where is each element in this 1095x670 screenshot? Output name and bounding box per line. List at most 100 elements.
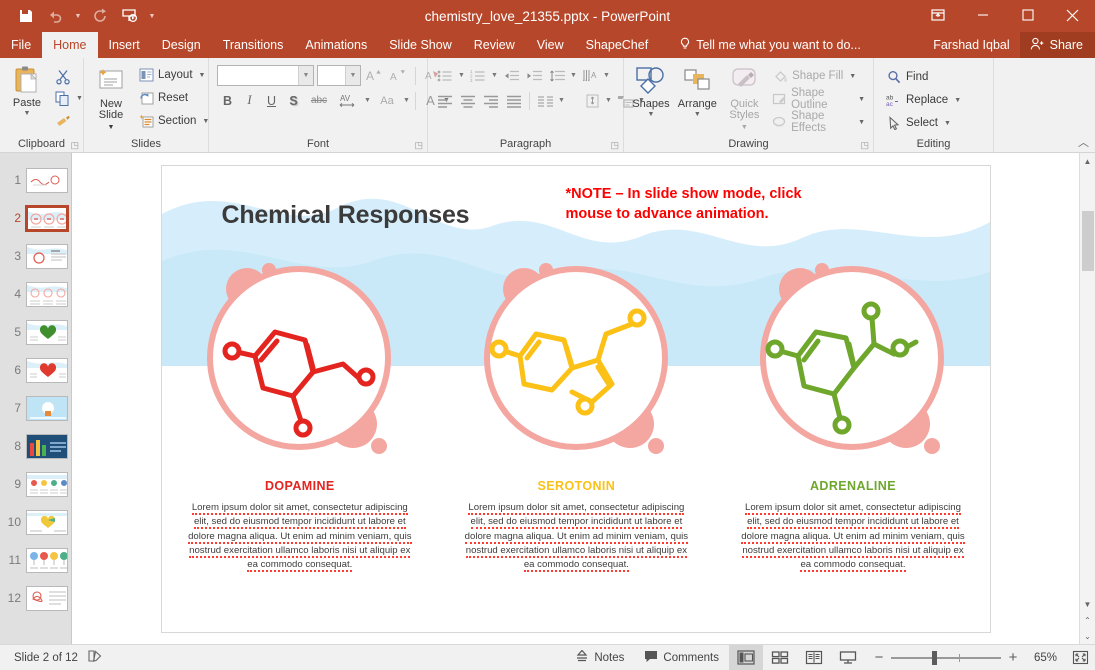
layout-dropdown-icon[interactable]: ▼ — [199, 72, 206, 79]
shape-effects-dropdown-icon[interactable]: ▼ — [858, 119, 865, 126]
thumbnail-slide-5[interactable]: 5 — [0, 313, 71, 351]
bullets-icon[interactable] — [434, 65, 456, 86]
slideshow-icon[interactable] — [116, 3, 144, 29]
reset-button[interactable]: Reset — [134, 87, 213, 109]
numbering-dropdown-icon[interactable]: ▼ — [490, 72, 499, 79]
layout-button[interactable]: Layout ▼ — [134, 64, 213, 86]
select-dropdown-icon[interactable]: ▼ — [944, 120, 951, 127]
numbering-icon[interactable]: 123 — [467, 65, 489, 86]
new-slide-dropdown-icon[interactable]: ▼ — [108, 124, 115, 131]
adrenaline-circle-graphic[interactable] — [750, 256, 955, 461]
text-shadow-button[interactable]: S — [283, 90, 304, 111]
next-slide-icon[interactable]: ⌄ — [1080, 628, 1095, 644]
slide-canvas[interactable]: Chemical Responses *NOTE – In slide show… — [161, 165, 991, 633]
paragraph-dialog-launcher[interactable]: ◳ — [610, 140, 619, 151]
canvas-vertical-scrollbar[interactable]: ▲ ▼ ⌃ ⌄ — [1079, 153, 1095, 644]
arrange-dropdown-icon[interactable]: ▼ — [694, 111, 701, 118]
thumbnail-slide-3[interactable]: 3 — [0, 237, 71, 275]
tab-review[interactable]: Review — [463, 32, 526, 58]
underline-button[interactable]: U — [261, 90, 282, 111]
strikethrough-button[interactable]: abc — [305, 90, 333, 111]
thumbnail-slide-4[interactable]: 4 — [0, 275, 71, 313]
tab-design[interactable]: Design — [151, 32, 212, 58]
scrollbar-track[interactable] — [1080, 169, 1095, 596]
slide-show-view-button[interactable] — [831, 645, 865, 670]
text-direction-icon[interactable]: A — [579, 65, 601, 86]
tab-transitions[interactable]: Transitions — [212, 32, 295, 58]
clipboard-dialog-launcher[interactable]: ◳ — [70, 140, 79, 151]
paste-dropdown-icon[interactable]: ▼ — [24, 110, 31, 117]
zoom-slider[interactable] — [891, 650, 1001, 666]
align-right-icon[interactable] — [480, 90, 502, 111]
font-name-dropdown-icon[interactable]: ▼ — [298, 66, 313, 85]
format-painter-icon[interactable] — [50, 110, 76, 131]
columns-icon[interactable] — [534, 90, 556, 111]
zoom-control[interactable]: − + 65% — [865, 649, 1065, 666]
line-spacing-dropdown-icon[interactable]: ▼ — [569, 72, 578, 79]
select-button[interactable]: Select ▼ — [882, 112, 965, 134]
tab-home[interactable]: Home — [42, 32, 97, 58]
shapes-button[interactable]: Shapes ▼ — [628, 63, 674, 120]
decrease-font-size-icon[interactable]: A — [388, 65, 409, 86]
font-size-dropdown-icon[interactable]: ▼ — [345, 66, 360, 85]
user-account-name[interactable]: Farshad Iqbal — [923, 32, 1019, 58]
thumbnail-slide-1[interactable]: 1 — [0, 161, 71, 199]
zoom-percentage[interactable]: 65% — [1025, 652, 1057, 664]
restore-icon[interactable] — [1005, 0, 1050, 30]
thumbnail-slide-10[interactable]: 10 — [0, 503, 71, 541]
cut-icon[interactable] — [50, 66, 76, 87]
change-case-dropdown-icon[interactable]: ▼ — [402, 97, 411, 104]
thumbnail-slide-6[interactable]: 6 — [0, 351, 71, 389]
scroll-up-icon[interactable]: ▲ — [1080, 153, 1095, 169]
thumbnail-slide-2[interactable]: 2 — [0, 199, 71, 237]
ribbon-display-options-icon[interactable] — [915, 0, 960, 30]
slide-title[interactable]: Chemical Responses — [222, 201, 470, 230]
shape-fill-dropdown-icon[interactable]: ▼ — [849, 73, 856, 80]
notes-button[interactable]: Notes — [565, 645, 634, 670]
customize-qat-icon[interactable]: ▼ — [146, 3, 158, 29]
previous-slide-icon[interactable]: ⌃ — [1080, 612, 1095, 628]
thumbnail-slide-11[interactable]: 11 — [0, 541, 71, 579]
normal-view-button[interactable] — [729, 645, 763, 670]
thumbnail-slide-12[interactable]: 12 — [0, 579, 71, 617]
molecule-body-adrenaline[interactable]: Lorem ipsum dolor sit amet, consectetur … — [740, 501, 965, 572]
find-button[interactable]: Find — [882, 66, 965, 88]
tab-file[interactable]: File — [0, 32, 42, 58]
dopamine-circle-graphic[interactable] — [197, 256, 402, 461]
notes-page-icon[interactable] — [88, 649, 104, 666]
zoom-in-button[interactable]: + — [1007, 649, 1019, 666]
bullets-dropdown-icon[interactable]: ▼ — [457, 72, 466, 79]
italic-button[interactable]: I — [239, 90, 260, 111]
comments-button[interactable]: Comments — [634, 645, 729, 670]
collapse-ribbon-icon[interactable]: ︿ — [1078, 134, 1089, 150]
font-dialog-launcher[interactable]: ◳ — [414, 140, 423, 151]
tab-slide-show[interactable]: Slide Show — [378, 32, 463, 58]
minimize-icon[interactable] — [960, 0, 1005, 30]
molecule-body-dopamine[interactable]: Lorem ipsum dolor sit amet, consectetur … — [187, 501, 412, 572]
change-case-button[interactable]: Aa — [373, 90, 401, 111]
tab-view[interactable]: View — [526, 32, 575, 58]
thumbnail-slide-8[interactable]: 8 — [0, 427, 71, 465]
zoom-slider-handle[interactable] — [932, 651, 937, 665]
reading-view-button[interactable] — [797, 645, 831, 670]
character-spacing-button[interactable]: AV — [334, 90, 362, 111]
thumbnail-slide-9[interactable]: 9 — [0, 465, 71, 503]
character-spacing-dropdown-icon[interactable]: ▼ — [363, 97, 372, 104]
decrease-indent-icon[interactable] — [500, 65, 522, 86]
shape-effects-button[interactable]: Shape Effects ▼ — [768, 111, 869, 133]
save-icon[interactable] — [12, 3, 40, 29]
font-size-input[interactable]: ▼ — [317, 65, 361, 86]
redo-icon[interactable] — [86, 3, 114, 29]
replace-button[interactable]: abac Replace ▼ — [882, 89, 965, 111]
columns-dropdown-icon[interactable]: ▼ — [557, 97, 566, 104]
align-left-icon[interactable] — [434, 90, 456, 111]
scroll-down-icon[interactable]: ▼ — [1080, 596, 1095, 612]
bold-button[interactable]: B — [217, 90, 238, 111]
shape-outline-dropdown-icon[interactable]: ▼ — [858, 96, 865, 103]
copy-icon[interactable] — [50, 88, 76, 109]
shapes-dropdown-icon[interactable]: ▼ — [648, 111, 655, 118]
slide-sorter-view-button[interactable] — [763, 645, 797, 670]
slide-canvas-area[interactable]: Chemical Responses *NOTE – In slide show… — [72, 153, 1079, 644]
molecule-body-serotonin[interactable]: Lorem ipsum dolor sit amet, consectetur … — [464, 501, 689, 572]
tab-shapechef[interactable]: ShapeChef — [575, 32, 660, 58]
